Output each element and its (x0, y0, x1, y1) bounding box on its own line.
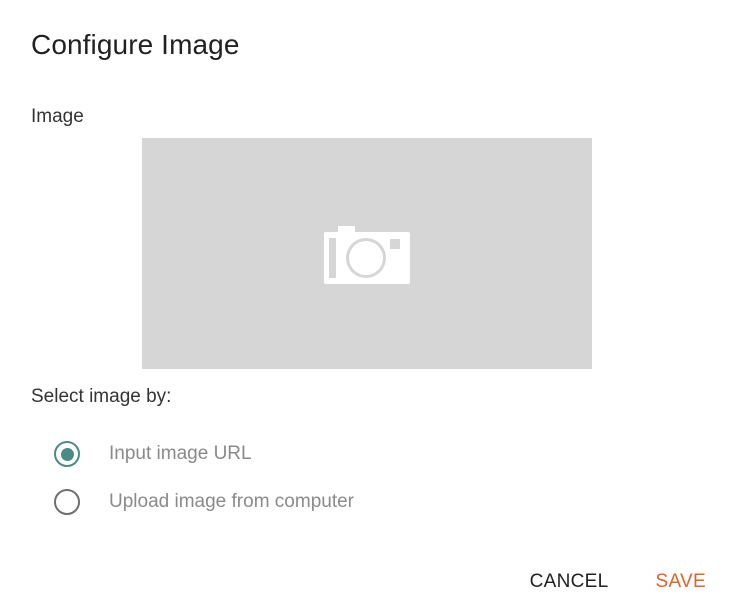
select-image-by-label: Select image by: (31, 386, 172, 407)
radio-dot (60, 447, 74, 461)
radio-label-input-url: Input image URL (109, 443, 252, 464)
radio-button-unchecked[interactable] (54, 489, 80, 515)
dialog-actions: CANCEL SAVE (530, 566, 706, 598)
dialog-title: Configure Image (31, 29, 240, 60)
image-preview-placeholder[interactable] (142, 138, 592, 369)
radio-option-upload[interactable]: Upload image from computer (54, 485, 354, 519)
image-label: Image (31, 106, 84, 127)
radio-button-checked[interactable] (54, 441, 80, 467)
radio-label-upload: Upload image from computer (109, 491, 354, 512)
configure-image-dialog: Configure Image Image Select image by: I… (0, 0, 737, 616)
radio-option-input-url[interactable]: Input image URL (54, 437, 354, 471)
camera-icon (324, 225, 410, 284)
cancel-button[interactable]: CANCEL (530, 566, 609, 598)
save-button[interactable]: SAVE (656, 566, 706, 598)
image-source-radio-group: Input image URL Upload image from comput… (54, 437, 354, 533)
